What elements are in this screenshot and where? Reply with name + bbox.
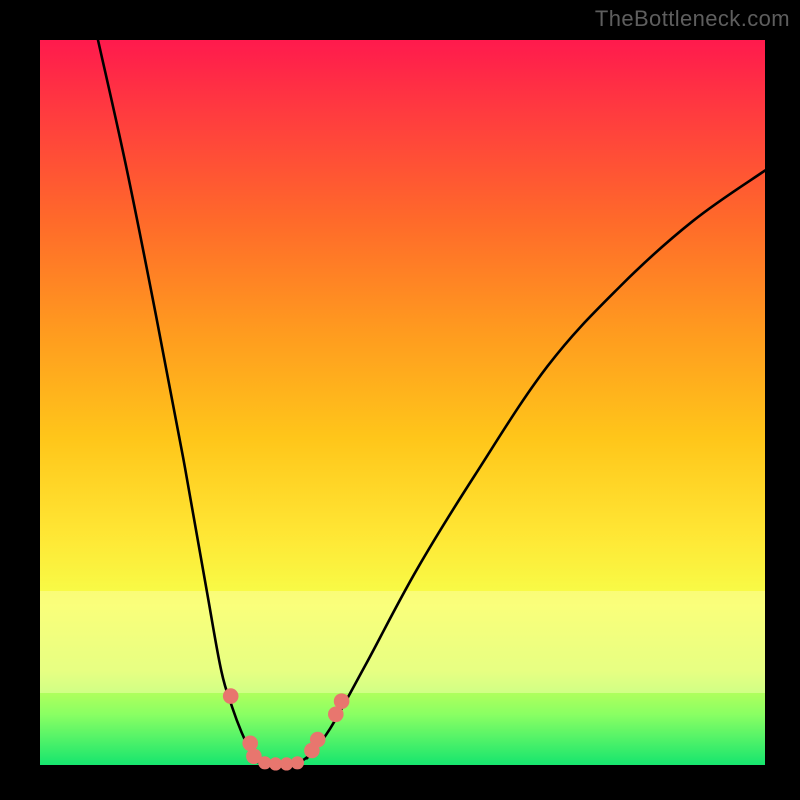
watermark-text: TheBottleneck.com xyxy=(595,6,790,32)
bottleneck-curve xyxy=(98,40,765,764)
chart-svg xyxy=(40,40,765,765)
plot-area xyxy=(40,40,765,765)
data-marker xyxy=(334,693,350,709)
outer-frame: TheBottleneck.com xyxy=(0,0,800,800)
data-marker xyxy=(310,732,326,748)
data-marker xyxy=(223,688,239,704)
data-marker xyxy=(291,756,304,769)
